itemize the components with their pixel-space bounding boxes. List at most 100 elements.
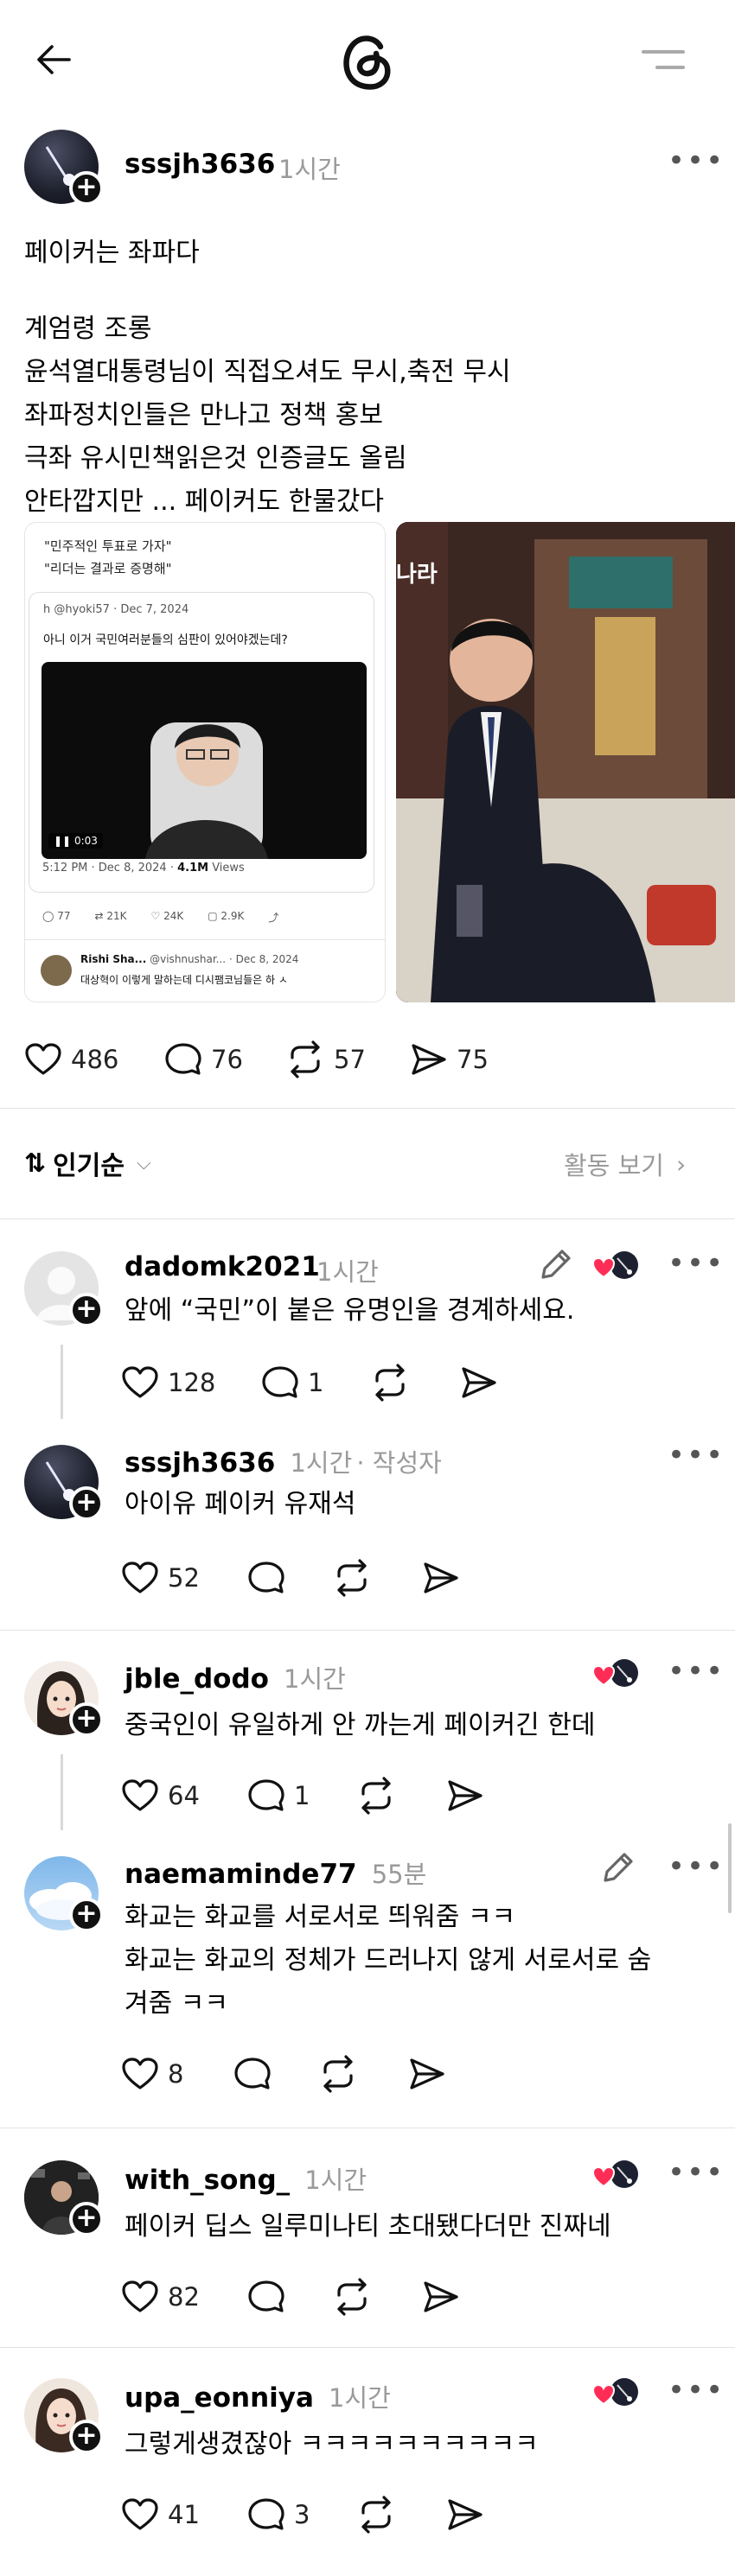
follow-plus-icon[interactable]: + [69,1486,104,1521]
menu-button[interactable] [640,45,688,76]
repost-icon[interactable] [332,2278,372,2316]
reply-header: Rishi Sha... @vishnushar... · Dec 8, 202… [80,953,298,965]
comment-like-button[interactable]: 128 [121,1365,215,1400]
comment-time: 1시간 [290,1448,353,1478]
follow-plus-icon[interactable]: + [69,2202,104,2236]
comment-icon[interactable] [247,2280,285,2314]
like-count: 486 [71,1045,119,1074]
post-line [24,275,511,308]
author-heart-badge-icon [591,1659,638,1687]
repost-icon[interactable] [332,1559,372,1597]
repost-count: 57 [334,1045,366,1074]
edit-pencil-icon[interactable] [598,1849,636,1887]
comment-icon[interactable] [233,2057,272,2091]
repost-icon[interactable] [318,2055,358,2093]
scrollbar-thumb[interactable] [728,1823,732,1913]
post-media-photo[interactable]: 나라 [396,522,735,1002]
comment-like-button[interactable]: 82 [121,2280,200,2314]
pause-icon: ❚❚ [54,835,74,847]
comment-header: naemaminde77 55분 [125,1854,426,1891]
comment-username[interactable]: sssjh3636 [125,1447,275,1479]
comment-more-icon[interactable]: ••• [668,2373,725,2407]
follow-plus-icon[interactable]: + [69,1293,104,1327]
send-icon[interactable] [446,1778,484,1813]
follow-plus-icon[interactable]: + [69,171,104,206]
comment-username[interactable]: with_song_ [125,2165,290,2196]
comment-time: 1시간 [284,1664,346,1694]
comment-icon[interactable] [247,1561,285,1595]
author-heart-badge-icon [591,1251,638,1279]
tweet-views: 4.1M [177,862,209,875]
comment-text: 앞에 “국민”이 붙은 유명인을 경계하세요. [125,1289,574,1333]
post-more-icon[interactable]: ••• [668,143,725,178]
post-line: 계엄령 조롱 [24,314,152,344]
back-button[interactable] [31,38,80,81]
comment-header: sssjh3636 1시간 · 작성자 [125,1443,442,1479]
comment-reply-button[interactable]: 3 [247,2497,310,2532]
comment-icon [248,2498,284,2530]
post-username[interactable]: sssjh3636 [125,149,275,180]
comment-username[interactable]: dadomk2021 [125,1251,320,1282]
comment-time: 55분 [371,1860,427,1889]
send-icon[interactable] [408,2057,446,2091]
comment-like-button[interactable]: 64 [121,1778,200,1813]
post-time: 1시간 [278,155,341,184]
quote-line: "민주적인 투표로 가자" [44,538,172,554]
comment-more-icon[interactable]: ••• [668,2155,725,2190]
section-divider [0,1218,735,1219]
liked-by-author-badge [591,1657,640,1695]
tweet-retweet-stat: ⇄ 21K [94,910,127,922]
send-icon[interactable] [446,2497,484,2532]
comment-like-button[interactable]: 8 [121,2057,183,2091]
comment-like-button[interactable]: 41 [121,2497,200,2532]
repost-icon[interactable] [356,1777,396,1815]
comment-time: 1시간 [304,2166,368,2195]
edit-pencil-icon[interactable] [536,1246,574,1284]
comment-more-icon[interactable]: ••• [668,1849,725,1884]
comment-line: 겨줌 ㅋㅋ [125,1988,228,2019]
author-heart-badge-icon [591,2378,638,2406]
post-body: 페이커는 좌파다 계엄령 조롱 윤석열대통령님이 직접오셔도 무시,축전 무시 … [24,232,511,524]
comment-reply-button[interactable]: 1 [261,1365,323,1400]
repost-icon[interactable] [356,2496,396,2534]
threads-logo[interactable] [337,28,398,93]
activity-link[interactable]: 활동 보기 › [564,1146,686,1182]
thread-line [61,1345,63,1419]
video-thumbnail[interactable]: ❚❚ 0:03 [42,662,367,859]
comment-time: 1시간 [316,1257,379,1287]
comment-username[interactable]: upa_eonniya [125,2382,314,2414]
send-icon[interactable] [422,1561,460,1595]
comment-reply-button[interactable]: 1 [247,1778,310,1813]
follow-plus-icon[interactable]: + [69,2420,104,2454]
repost-button[interactable]: 57 [285,1040,366,1078]
send-icon[interactable] [460,1365,498,1400]
comment-line: 화교는 화교를 서로서로 띄워줌 ㅋㅋ [125,1902,516,1932]
follow-plus-icon[interactable]: + [69,1898,104,1932]
comment-more-icon[interactable]: ••• [668,1654,725,1689]
menu-icon [642,50,685,69]
comment-reply-count: 1 [294,1781,310,1810]
liked-by-author-badge [591,2376,640,2414]
comment-text: 중국인이 유일하게 안 까는게 페이커긴 한데 [125,1704,595,1747]
comment-username[interactable]: jble_dodo [125,1663,269,1695]
send-icon[interactable] [422,2280,460,2314]
reply-date: · Dec 8, 2024 [228,953,299,965]
comment-more-icon[interactable]: ••• [668,1438,725,1472]
reply-button[interactable]: 76 [164,1042,243,1077]
sort-label: 인기순 [53,1151,125,1181]
comment-more-icon[interactable]: ••• [668,1246,725,1281]
tweet-meta-date: 5:12 PM · Dec 8, 2024 · [42,862,178,875]
repost-icon[interactable] [370,1364,410,1402]
threads-logo-icon [343,35,391,90]
comment-username[interactable]: naemaminde77 [125,1859,357,1890]
post-media-screenshot[interactable]: "민주적인 투표로 가자" "리더는 결과로 증명해" h @hyoki57 ·… [24,522,386,1002]
comment-line: 아이유 페이커 유재석 [125,1489,356,1519]
follow-plus-icon[interactable]: + [69,1702,104,1737]
sort-dropdown[interactable]: ⇅ 인기순 ⌵ [24,1144,151,1182]
like-button[interactable]: 486 [24,1042,118,1077]
liked-by-author-badge [591,2159,640,2197]
share-button[interactable]: 75 [410,1042,489,1077]
comment-reply-count: 1 [308,1368,324,1397]
comment-like-button[interactable]: 52 [121,1561,200,1595]
tweet-meta: 5:12 PM · Dec 8, 2024 · 4.1M Views [42,862,245,875]
